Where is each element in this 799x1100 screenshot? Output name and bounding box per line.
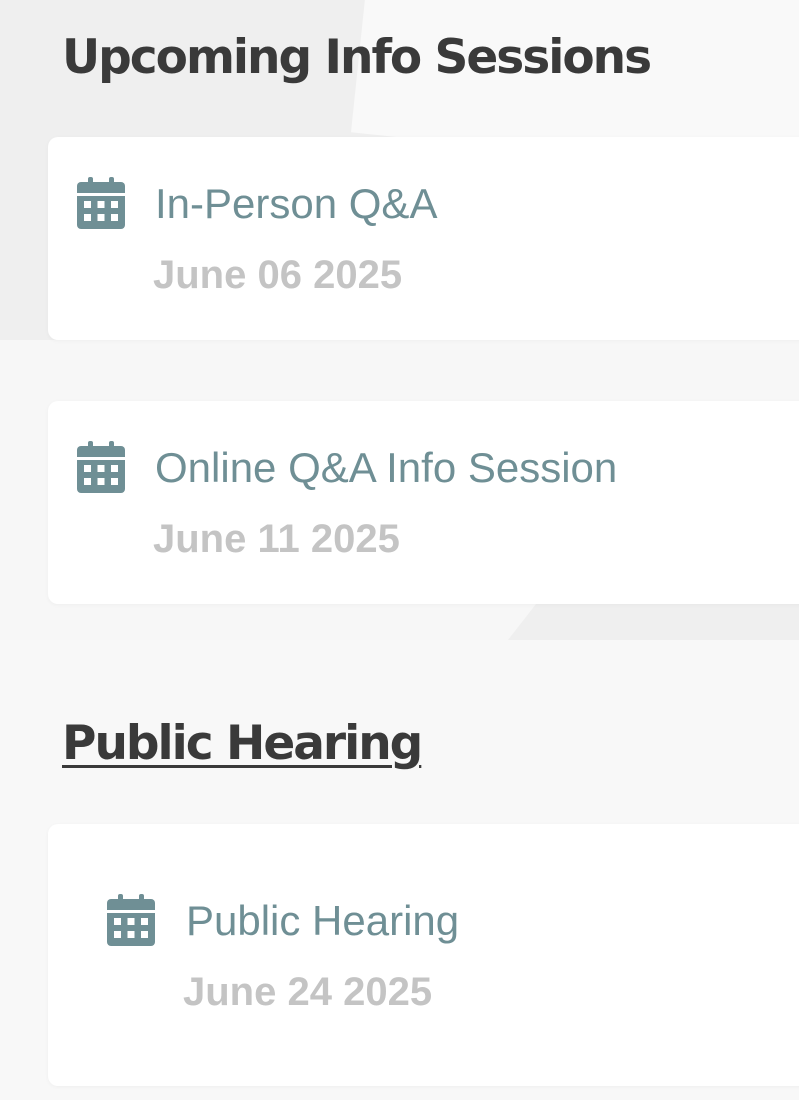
- event-title[interactable]: Public Hearing: [186, 900, 459, 942]
- event-card-in-person-qa[interactable]: In-Person Q&A June 06 2025: [48, 137, 799, 340]
- event-title[interactable]: Online Q&A Info Session: [155, 447, 617, 489]
- event-date: June 24 2025: [183, 970, 433, 1014]
- calendar-icon: [77, 177, 125, 229]
- upcoming-sessions-heading: Upcoming Info Sessions: [62, 30, 652, 85]
- event-card-online-qa[interactable]: Online Q&A Info Session June 11 2025: [48, 401, 799, 604]
- calendar-icon: [77, 441, 125, 493]
- event-date: June 06 2025: [153, 253, 403, 297]
- event-date: June 11 2025: [153, 517, 400, 561]
- event-title[interactable]: In-Person Q&A: [155, 183, 437, 225]
- public-hearing-heading[interactable]: Public Hearing: [62, 720, 423, 767]
- calendar-icon: [107, 894, 155, 946]
- event-card-public-hearing[interactable]: Public Hearing June 24 2025: [48, 824, 799, 1086]
